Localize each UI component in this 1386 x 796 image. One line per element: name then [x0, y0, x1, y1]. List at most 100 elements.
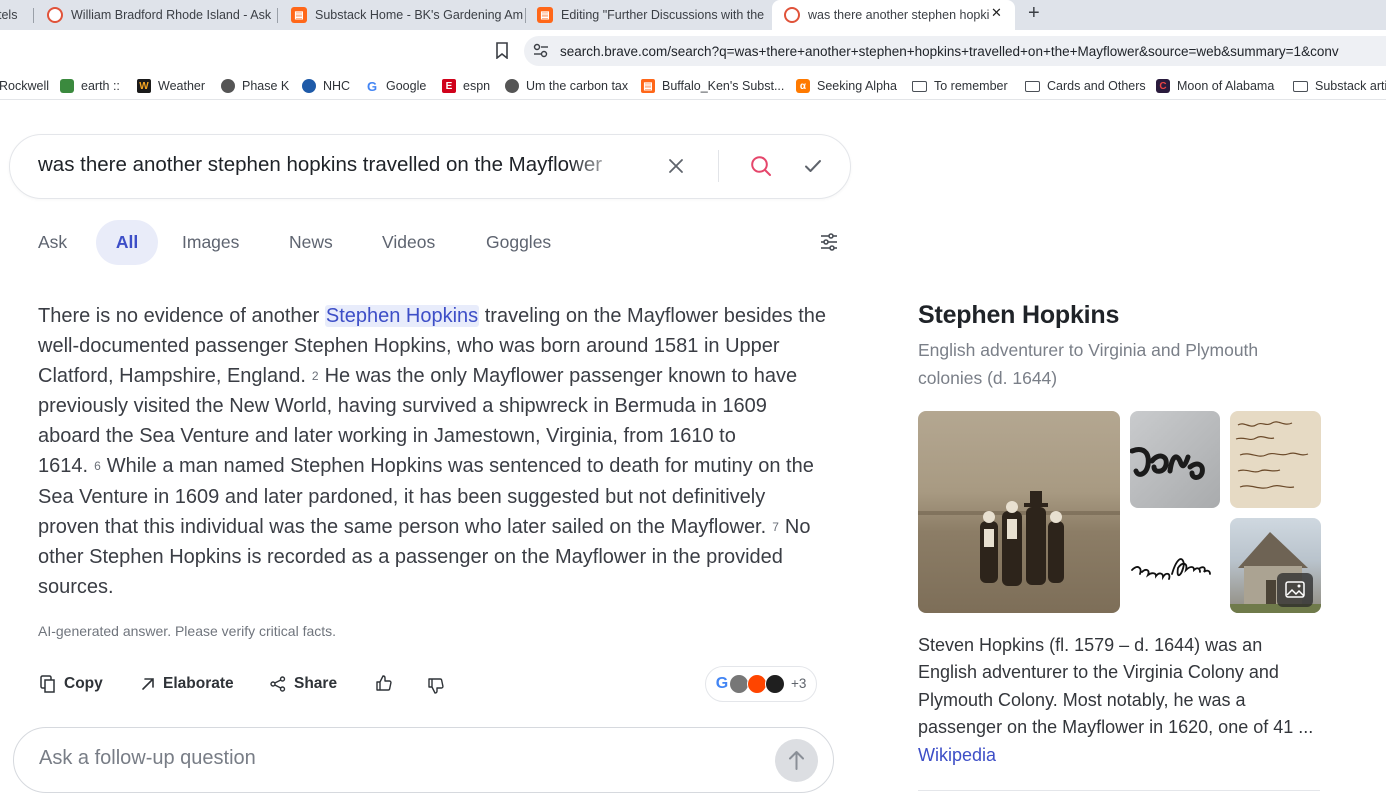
espn-icon: E [442, 79, 456, 93]
bookmark-rockwell[interactable]: Rockwell [0, 72, 49, 100]
bookmark-label: Um the carbon tax [526, 79, 629, 93]
url-text: search.brave.com/search?q=was+there+anot… [560, 43, 1339, 59]
bookmark-buffalo-ken[interactable]: ▤ Buffalo_Ken's Subst... [641, 72, 784, 100]
bookmark-label: Moon of Alabama [1177, 79, 1275, 93]
kp-description: Steven Hopkins (fl. 1579 – d. 1644) was … [918, 632, 1318, 769]
brave-icon [784, 7, 800, 23]
browser-tab-editing[interactable]: ▤ Editing "Further Discussions with the [525, 0, 768, 30]
browser-tab-substack-home[interactable]: ▤ Substack Home - BK's Gardening Am [279, 0, 524, 30]
copy-button[interactable]: Copy [40, 671, 103, 697]
bookmark-phase-k[interactable]: Phase K [221, 72, 289, 100]
browser-tab-partial[interactable]: tels [0, 0, 26, 30]
search-icon[interactable] [750, 155, 772, 182]
bookmark-nhc[interactable]: NHC [302, 72, 350, 100]
pilgrims-photo[interactable] [918, 411, 1120, 613]
share-label: Share [294, 675, 338, 692]
citation-6[interactable]: 6 [94, 459, 101, 473]
bookmark-label: Seeking Alpha [817, 79, 897, 93]
bookmark-espn[interactable]: Eespn [442, 72, 490, 100]
wikipedia-link[interactable]: Wikipedia [918, 745, 996, 765]
tab-title: William Bradford Rhode Island - Ask [71, 8, 272, 22]
source-icon [765, 674, 785, 694]
tab-title: was there another stephen hopki [808, 8, 990, 22]
browser-tab-ask[interactable]: William Bradford Rhode Island - Ask [35, 0, 275, 30]
tab-news[interactable]: News [289, 220, 333, 265]
close-tab-icon[interactable]: ✕ [991, 5, 1002, 21]
citation-2[interactable]: 2 [312, 369, 319, 383]
share-button[interactable]: Share [270, 671, 337, 697]
earth-icon [60, 79, 74, 93]
clear-search-icon[interactable] [667, 157, 685, 180]
tab-all[interactable]: All [96, 220, 158, 265]
bookmark-weather[interactable]: W Weather [137, 72, 205, 100]
thumbs-up-icon[interactable] [375, 675, 392, 697]
bookmark-folder-cards[interactable]: Cards and Others [1025, 72, 1146, 100]
copy-label: Copy [64, 675, 103, 692]
bookmark-carbon-tax[interactable]: Um the carbon tax [505, 72, 628, 100]
tab-divider [33, 8, 34, 23]
bookmark-folder-substack[interactable]: Substack artic [1293, 72, 1386, 100]
bookmark-earth[interactable]: earth :: [60, 72, 120, 100]
kp-title: Stephen Hopkins [918, 301, 1120, 329]
site-settings-icon[interactable] [533, 43, 549, 63]
bookmark-label: NHC [323, 79, 351, 93]
bookmark-folder-to-remember[interactable]: To remember [912, 72, 1008, 100]
elaborate-button[interactable]: Elaborate [141, 671, 234, 697]
substack-icon: ▤ [291, 7, 307, 23]
source-icon [729, 674, 749, 694]
tab-images[interactable]: Images [182, 220, 239, 265]
checkmark-icon[interactable] [804, 158, 822, 179]
tab-ask[interactable]: Ask [38, 220, 67, 265]
moon-icon: C [1156, 79, 1170, 93]
entity-link[interactable]: Stephen Hopkins [324, 305, 480, 327]
url-field[interactable]: search.brave.com/search?q=was+there+anot… [524, 36, 1386, 66]
tab-goggles[interactable]: Goggles [486, 220, 551, 265]
substack-icon: ▤ [641, 79, 655, 93]
tab-title: Editing "Further Discussions with the [561, 8, 765, 22]
send-button[interactable] [775, 739, 818, 782]
seeking-alpha-icon: α [796, 79, 810, 93]
filter-settings-icon[interactable] [820, 233, 838, 256]
signature-image[interactable] [1130, 518, 1220, 613]
image-gallery-button[interactable] [1277, 573, 1313, 607]
ai-disclaimer: AI-generated answer. Please verify criti… [38, 623, 337, 639]
folder-icon [1025, 80, 1040, 92]
bookmark-moon-of-alabama[interactable]: C Moon of Alabama [1156, 72, 1274, 100]
bookmark-label: Cards and Others [1047, 79, 1146, 93]
elaborate-label: Elaborate [163, 675, 234, 692]
bookmark-seeking-alpha[interactable]: α Seeking Alpha [796, 72, 897, 100]
tab-videos[interactable]: Videos [382, 220, 435, 265]
bookmark-google[interactable]: G Google [365, 72, 426, 100]
manuscript-image[interactable] [1230, 411, 1321, 508]
citation-7[interactable]: 7 [772, 520, 779, 534]
browser-tab-active[interactable]: was there another stephen hopki [772, 0, 1015, 30]
copy-icon [40, 675, 55, 693]
tab-title: Substack Home - BK's Gardening Am [315, 8, 524, 22]
answer-text: There is no evidence of another [38, 305, 325, 327]
kp-description-text: Steven Hopkins (fl. 1579 – d. 1644) was … [918, 635, 1314, 738]
kp-subtitle: English adventurer to Virginia and Plymo… [918, 340, 1259, 388]
globe-icon [221, 79, 235, 93]
signature-closeup-image[interactable] [1130, 411, 1220, 508]
weather-icon: W [137, 79, 151, 93]
bookmark-label: Rockwell [0, 79, 50, 93]
thumbs-down-icon[interactable] [427, 677, 444, 699]
answer-text: While a man named Stephen Hopkins was se… [38, 455, 814, 538]
bookmark-label: Weather [158, 79, 206, 93]
tab-divider [277, 8, 278, 23]
bookmark-label: Substack artic [1315, 79, 1386, 93]
globe-icon [505, 79, 519, 93]
bookmark-label: Buffalo_Ken's Subst... [662, 79, 785, 93]
nhc-icon [302, 79, 316, 93]
share-icon [270, 676, 286, 692]
bookmark-label: earth :: [81, 79, 120, 93]
bookmark-icon[interactable] [495, 42, 509, 64]
search-input[interactable]: was there another stephen hopkins travel… [38, 153, 628, 177]
followup-input[interactable]: Ask a follow-up question [39, 747, 256, 770]
new-tab-button[interactable]: + [1028, 2, 1040, 25]
tab-title: tels [0, 8, 18, 22]
folder-icon [912, 80, 927, 92]
search-divider [718, 150, 719, 182]
arrow-up-icon [789, 751, 804, 770]
ai-answer: There is no evidence of another Stephen … [38, 301, 828, 602]
